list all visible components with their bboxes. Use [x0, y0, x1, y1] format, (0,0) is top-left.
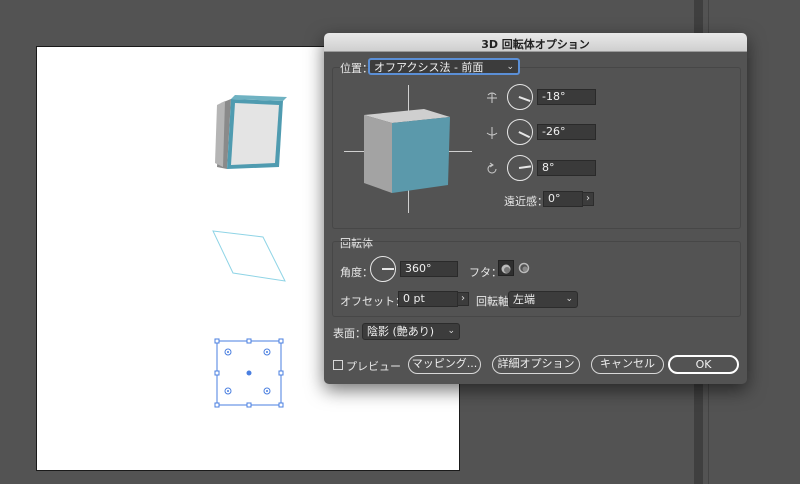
perspective-slider-button[interactable]: ›: [582, 192, 594, 206]
ok-button[interactable]: OK: [668, 355, 739, 374]
perspective-label: 遠近感：: [504, 195, 548, 208]
position-dropdown-value: オフアクシス法 - 前面: [374, 61, 484, 74]
rotate-y-icon: [486, 127, 498, 139]
surface-dropdown-value: 陰影 (艶あり): [367, 325, 435, 338]
rotate-x-field[interactable]: -18°: [537, 89, 596, 105]
preview-checkbox[interactable]: [333, 360, 343, 370]
position-dropdown[interactable]: オフアクシス法 - 前面 ⌄: [368, 58, 520, 75]
offset-label: オフセット：: [340, 295, 406, 308]
cap-on-button[interactable]: [498, 260, 514, 276]
2d-outline-shape[interactable]: [209, 227, 289, 287]
advanced-options-button[interactable]: 詳細オプション: [492, 355, 580, 374]
cap-on-icon: [501, 264, 511, 274]
chevron-down-icon: ⌄: [447, 326, 455, 336]
preview-label: プレビュー: [346, 360, 401, 373]
angle-dial[interactable]: [370, 256, 396, 282]
cancel-button[interactable]: キャンセル: [591, 355, 664, 374]
axis-dropdown[interactable]: 左端 ⌄: [508, 291, 578, 308]
cap-off-icon: [518, 262, 530, 274]
rotate-x-icon: [487, 92, 497, 103]
dialog-titlebar[interactable]: 3D 回転体オプション: [324, 33, 747, 52]
dialog-title: 3D 回転体オプション: [481, 38, 590, 51]
offset-field[interactable]: 0 pt: [398, 291, 458, 307]
rotate-z-field[interactable]: 8°: [537, 160, 596, 176]
rotate-y-field[interactable]: -26°: [537, 124, 596, 140]
3d-revolve-options-dialog: 3D 回転体オプション 位置： オフアクシス法 - 前面 ⌄ -18° -26°…: [324, 33, 747, 384]
angle-label: 角度：: [340, 266, 373, 279]
chevron-down-icon: ⌄: [565, 294, 573, 304]
chevron-down-icon: ⌄: [506, 62, 514, 72]
selected-object-bounding-box[interactable]: [211, 335, 287, 413]
angle-field[interactable]: 360°: [400, 261, 458, 277]
mapping-button[interactable]: マッピング...: [408, 355, 481, 374]
rotate-y-dial[interactable]: [507, 119, 533, 145]
rotate-z-icon: [487, 162, 497, 174]
cap-off-button[interactable]: [517, 260, 533, 276]
axis-dropdown-value: 左端: [513, 293, 535, 306]
perspective-field[interactable]: 0°: [543, 191, 583, 207]
surface-dropdown[interactable]: 陰影 (艶あり) ⌄: [362, 323, 460, 340]
cube-icon: [364, 109, 450, 193]
track-cube[interactable]: [338, 79, 478, 217]
offset-slider-button[interactable]: ›: [457, 292, 469, 306]
rotate-x-dial[interactable]: [507, 84, 533, 110]
rotate-z-dial[interactable]: [507, 155, 533, 181]
axis-label: 回転軸: [476, 295, 509, 308]
3d-revolved-object[interactable]: [213, 95, 293, 177]
